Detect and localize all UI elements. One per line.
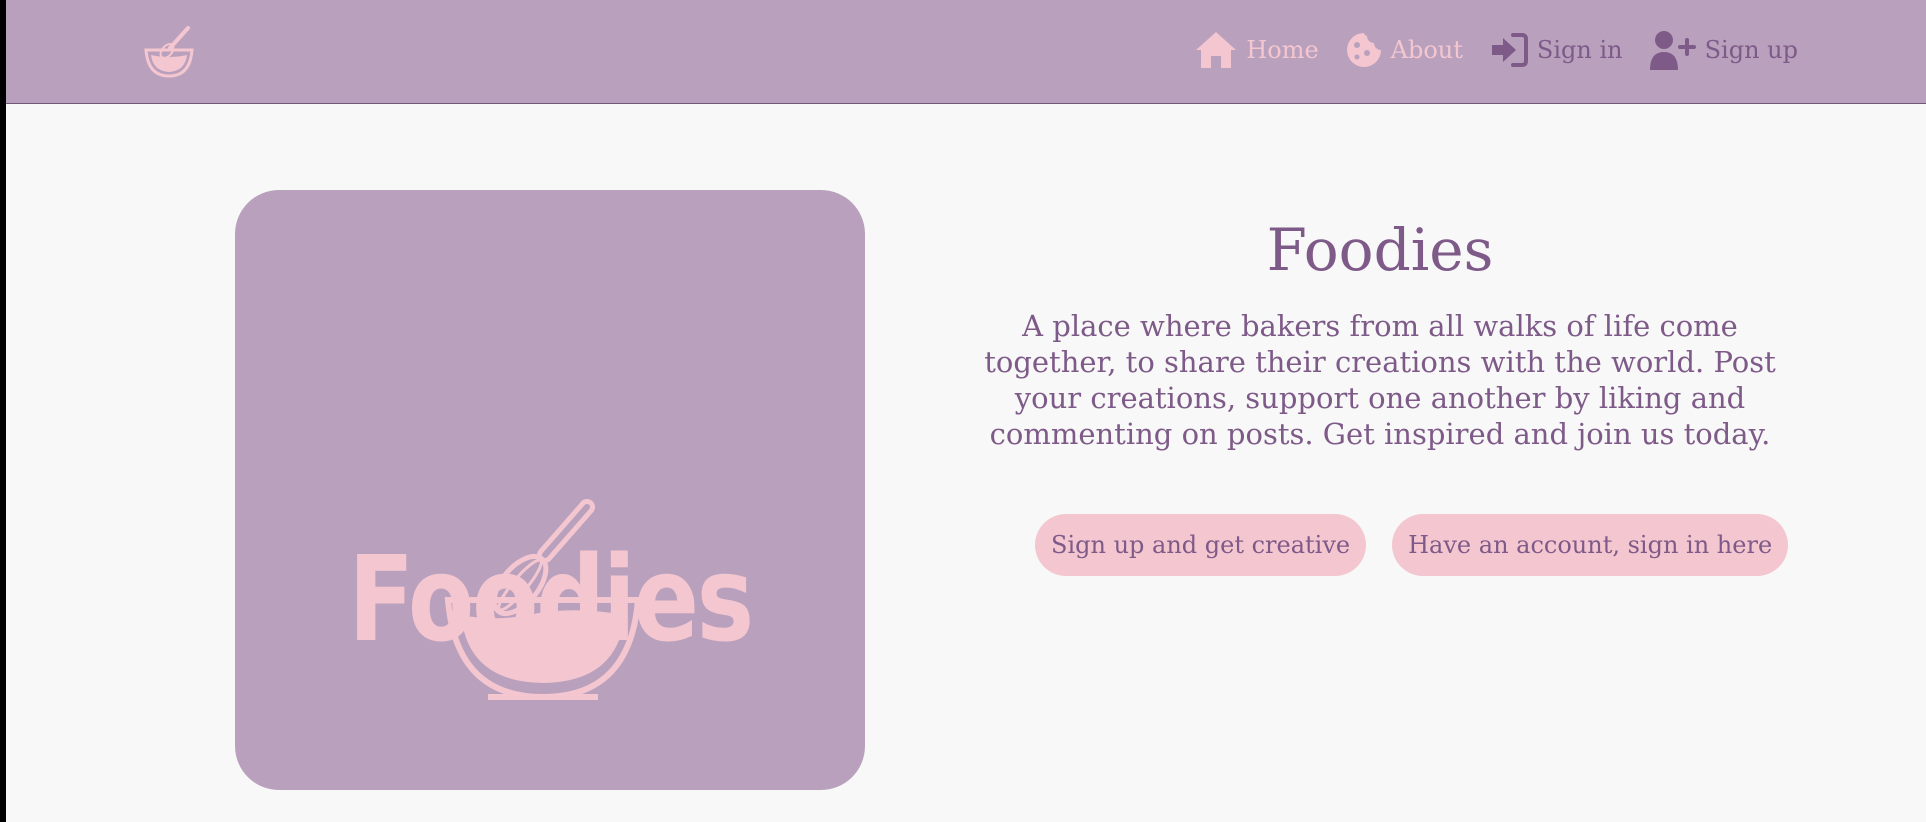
page-title: Foodies — [1266, 216, 1494, 284]
user-plus-icon — [1649, 31, 1696, 70]
window-edge — [0, 0, 6, 822]
nav-about-label: About — [1390, 36, 1463, 64]
nav-home-label: Home — [1246, 36, 1319, 64]
nav-sign-up[interactable]: Sign up — [1649, 30, 1798, 70]
nav-home[interactable]: Home — [1194, 30, 1319, 70]
hero-description: A place where bakers from all walks of l… — [984, 309, 1776, 451]
cta-buttons: Sign up and get creative Have an account… — [1035, 514, 1789, 576]
nav-about[interactable]: About — [1345, 31, 1463, 69]
home-icon — [1196, 32, 1237, 68]
nav-links: Home About Sign in Sign up — [1194, 26, 1798, 74]
nav-sign-up-label: Sign up — [1704, 36, 1798, 64]
nav-sign-in-label: Sign in — [1536, 36, 1623, 64]
brand-logo-link[interactable] — [142, 24, 196, 78]
nav-sign-in[interactable]: Sign in — [1489, 32, 1623, 68]
sign-in-button[interactable]: Have an account, sign in here — [1392, 514, 1789, 576]
cookie-icon — [1346, 33, 1381, 67]
whisk-bowl-icon — [444, 499, 642, 701]
sign-up-button[interactable]: Sign up and get creative — [1035, 514, 1367, 576]
navbar: Home About Sign in Sign up — [6, 0, 1926, 104]
sign-in-icon — [1491, 33, 1528, 67]
whisk-bowl-icon — [144, 26, 194, 78]
hero-logo-card: Foodies — [235, 190, 865, 790]
